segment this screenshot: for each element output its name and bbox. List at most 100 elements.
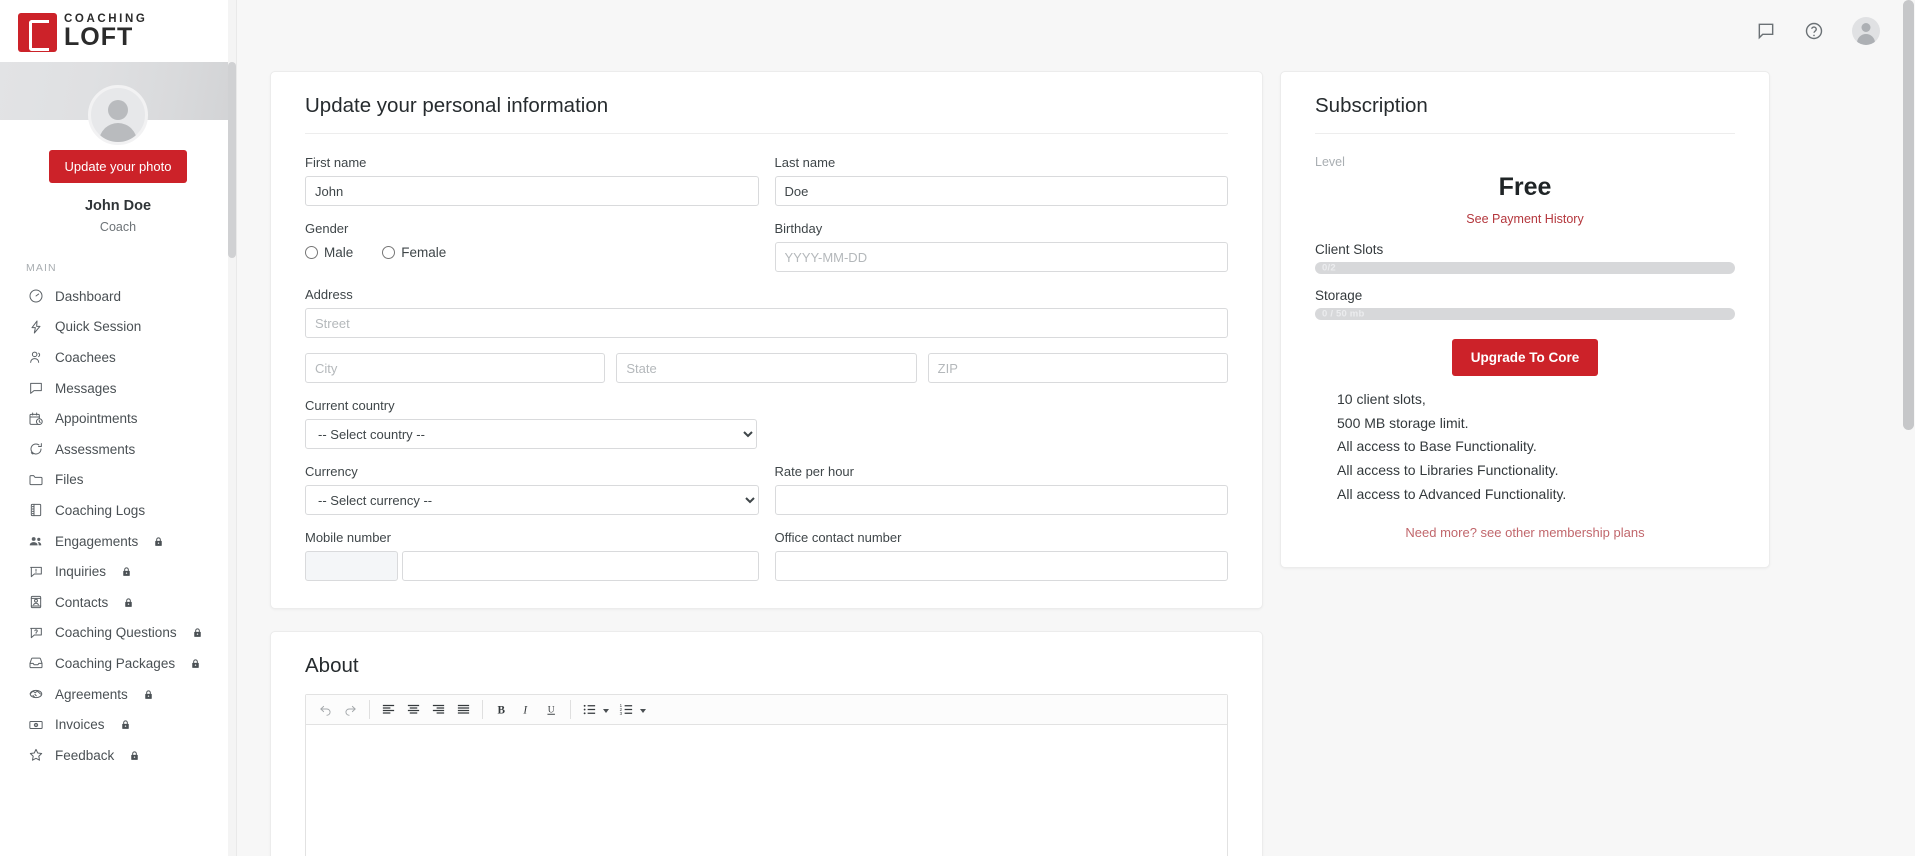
bold-icon[interactable]: B xyxy=(489,697,514,723)
sidebar-item-agreements[interactable]: Agreements xyxy=(0,679,236,710)
align-left-icon[interactable] xyxy=(376,697,401,723)
gender-female-radio[interactable]: Female xyxy=(382,245,446,260)
svg-text:3: 3 xyxy=(620,711,623,716)
first-name-input[interactable] xyxy=(305,176,759,206)
lock-icon xyxy=(192,626,203,639)
birthday-group: Birthday xyxy=(775,221,1229,272)
sidebar-item-label: Appointments xyxy=(55,411,138,426)
gender-female-input[interactable] xyxy=(382,246,395,259)
sidebar-item-feedback[interactable]: Feedback xyxy=(0,740,236,771)
page-title: Update your personal information xyxy=(305,94,1228,134)
refresh-circle-icon xyxy=(27,441,44,458)
upgrade-button[interactable]: Upgrade To Core xyxy=(1452,339,1599,376)
sidebar-item-inquiries[interactable]: Inquiries xyxy=(0,556,236,587)
lock-icon xyxy=(190,657,201,670)
office-number-input[interactable] xyxy=(775,551,1229,581)
street-input[interactable] xyxy=(305,308,1228,338)
sidebar-item-coaching-questions[interactable]: Coaching Questions xyxy=(0,618,236,649)
sidebar-item-coaching-packages[interactable]: Coaching Packages xyxy=(0,648,236,679)
storage-label: Storage xyxy=(1315,288,1735,303)
sidebar-item-messages[interactable]: Messages xyxy=(0,373,236,404)
sidebar-item-label: Coaching Questions xyxy=(55,625,177,640)
bullet-list-icon[interactable] xyxy=(577,697,602,723)
sidebar-item-contacts[interactable]: Contacts xyxy=(0,587,236,618)
sidebar-item-assessments[interactable]: Assessments xyxy=(0,434,236,465)
avatar[interactable] xyxy=(1852,17,1880,45)
sidebar-item-coaching-logs[interactable]: Coaching Logs xyxy=(0,495,236,526)
help-circle-icon[interactable] xyxy=(1804,21,1824,41)
calendar-clock-icon xyxy=(27,410,44,427)
membership-plans-link[interactable]: Need more? see other membership plans xyxy=(1315,525,1735,540)
state-input[interactable] xyxy=(616,353,916,383)
sidebar-scrollbar-thumb[interactable] xyxy=(228,62,236,258)
page-scrollbar[interactable] xyxy=(1902,0,1915,856)
rate-group: Rate per hour xyxy=(775,464,1229,515)
update-photo-button[interactable]: Update your photo xyxy=(49,150,188,183)
gender-label: Gender xyxy=(305,221,759,236)
rate-input[interactable] xyxy=(775,485,1229,515)
sidebar-item-files[interactable]: Files xyxy=(0,465,236,496)
toolbar-separator xyxy=(570,700,571,719)
page-scrollbar-thumb[interactable] xyxy=(1903,0,1914,430)
user-name: John Doe xyxy=(0,198,236,214)
mobile-group: Mobile number xyxy=(305,530,759,581)
mobile-prefix-input[interactable] xyxy=(305,551,398,581)
birthday-input[interactable] xyxy=(775,242,1229,272)
sidebar-item-quick-session[interactable]: Quick Session xyxy=(0,312,236,343)
sidebar-item-label: Quick Session xyxy=(55,319,141,334)
app-root: COACHING LOFT Update your photo John Doe… xyxy=(0,0,1915,856)
city-input[interactable] xyxy=(305,353,605,383)
sidebar-item-label: Feedback xyxy=(55,748,114,763)
sidebar-item-label: Assessments xyxy=(55,442,135,457)
about-title: About xyxy=(305,654,1228,678)
dashboard-icon xyxy=(27,288,44,305)
first-name-group: First name xyxy=(305,155,759,206)
zip-input[interactable] xyxy=(928,353,1228,383)
feature-item: 10 client slots, xyxy=(1315,388,1735,412)
contact-card-icon xyxy=(27,594,44,611)
gender-group: Gender Male Female xyxy=(305,221,759,272)
personal-information-card: Update your personal information First n… xyxy=(270,71,1263,609)
main-area: Update your personal information First n… xyxy=(237,0,1915,856)
align-center-icon[interactable] xyxy=(401,697,426,723)
last-name-label: Last name xyxy=(775,155,1229,170)
payment-history-link[interactable]: See Payment History xyxy=(1315,212,1735,226)
currency-select[interactable]: -- Select currency -- xyxy=(305,485,759,515)
italic-icon[interactable]: I xyxy=(514,697,539,723)
sidebar-item-dashboard[interactable]: Dashboard xyxy=(0,281,236,312)
about-editor: BIU 123 xyxy=(305,694,1228,856)
sidebar-item-coachees[interactable]: Coachees xyxy=(0,342,236,373)
gender-male-radio[interactable]: Male xyxy=(305,245,353,260)
chevron-down-icon[interactable] xyxy=(603,709,609,713)
align-right-icon[interactable] xyxy=(426,697,451,723)
address-group: Address xyxy=(305,287,1228,338)
lock-icon xyxy=(123,596,134,609)
currency-group: Currency -- Select currency -- xyxy=(305,464,759,515)
about-textarea[interactable] xyxy=(306,725,1227,856)
chevron-down-icon[interactable] xyxy=(640,709,646,713)
align-justify-icon[interactable] xyxy=(451,697,476,723)
sidebar-item-appointments[interactable]: Appointments xyxy=(0,403,236,434)
country-select[interactable]: -- Select country -- xyxy=(305,419,757,449)
feature-item: 500 MB storage limit. xyxy=(1315,412,1735,436)
sidebar-scrollbar[interactable] xyxy=(228,0,236,856)
message-icon[interactable] xyxy=(1756,21,1776,41)
subscription-title: Subscription xyxy=(1315,94,1735,134)
star-icon xyxy=(27,747,44,764)
underline-icon[interactable]: U xyxy=(539,697,564,723)
mobile-number-input[interactable] xyxy=(402,551,759,581)
undo-icon[interactable] xyxy=(313,697,338,723)
lock-icon xyxy=(153,535,164,548)
last-name-input[interactable] xyxy=(775,176,1229,206)
content-area: Update your personal information First n… xyxy=(237,61,1915,856)
office-group: Office contact number xyxy=(775,530,1229,581)
sidebar-item-engagements[interactable]: Engagements xyxy=(0,526,236,557)
logo[interactable]: COACHING LOFT xyxy=(0,0,236,62)
banknote-icon xyxy=(27,716,44,733)
sidebar-item-invoices[interactable]: Invoices xyxy=(0,709,236,740)
redo-icon[interactable] xyxy=(338,697,363,723)
avatar xyxy=(88,85,148,145)
gender-male-input[interactable] xyxy=(305,246,318,259)
numbered-list-icon[interactable]: 123 xyxy=(614,697,639,723)
sidebar-item-label: Engagements xyxy=(55,534,138,549)
